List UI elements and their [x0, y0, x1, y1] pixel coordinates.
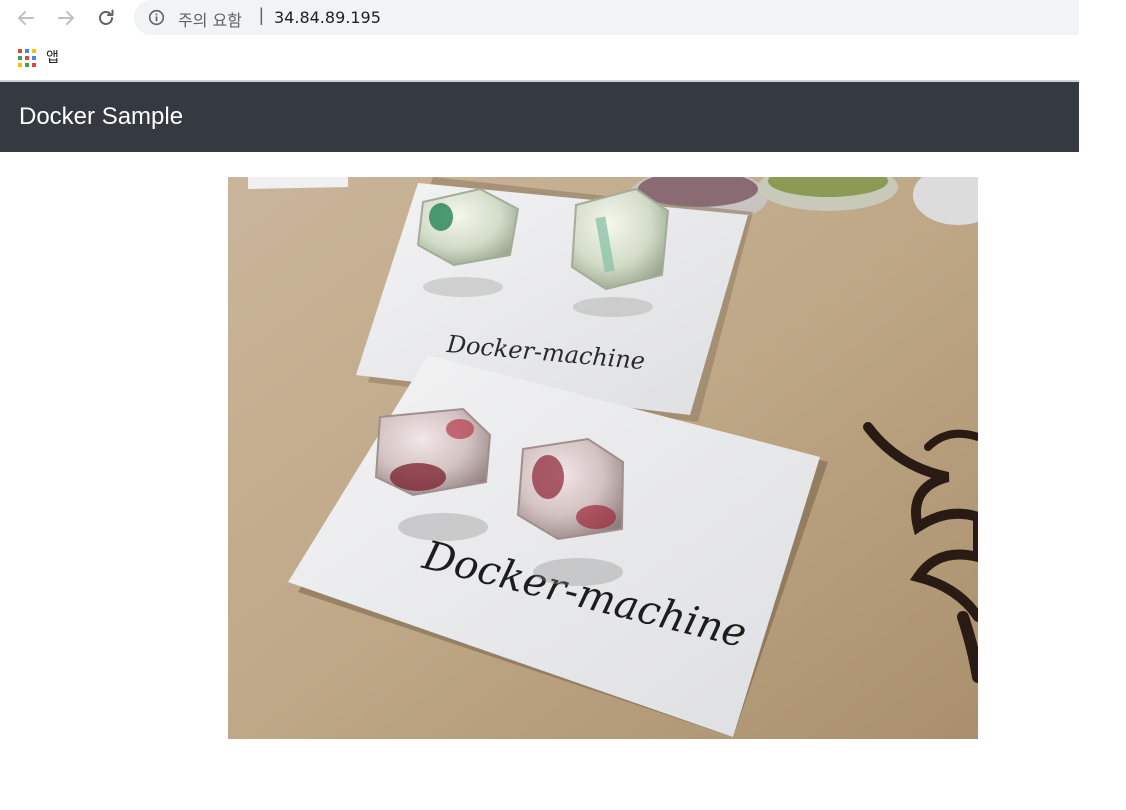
- apps-grid-icon[interactable]: [18, 49, 36, 67]
- arrow-left-icon: [18, 11, 34, 25]
- url-separator: |: [259, 5, 264, 25]
- navbar-brand[interactable]: Docker Sample: [19, 103, 183, 131]
- reload-button[interactable]: [92, 4, 120, 32]
- earrings-photo: Docker-machine Docker-machine: [228, 177, 978, 739]
- arrow-right-icon: [58, 11, 74, 25]
- back-button[interactable]: [12, 4, 40, 32]
- forward-button[interactable]: [52, 4, 80, 32]
- photo-illustration: Docker-machine Docker-machine: [228, 177, 978, 739]
- browser-toolbar: 주의 요함 | 34.84.89.195: [0, 0, 1126, 36]
- navbar: Docker Sample: [0, 82, 1079, 152]
- apps-bookmark-label[interactable]: 앱: [46, 47, 59, 67]
- bookmarks-bar: 앱: [0, 36, 1126, 81]
- reload-icon: [99, 9, 114, 25]
- security-warning-text[interactable]: 주의 요함: [178, 7, 242, 31]
- url-text[interactable]: 34.84.89.195: [274, 8, 381, 27]
- info-circle-icon[interactable]: [148, 9, 165, 26]
- address-bar[interactable]: 주의 요함 | 34.84.89.195: [134, 0, 1079, 35]
